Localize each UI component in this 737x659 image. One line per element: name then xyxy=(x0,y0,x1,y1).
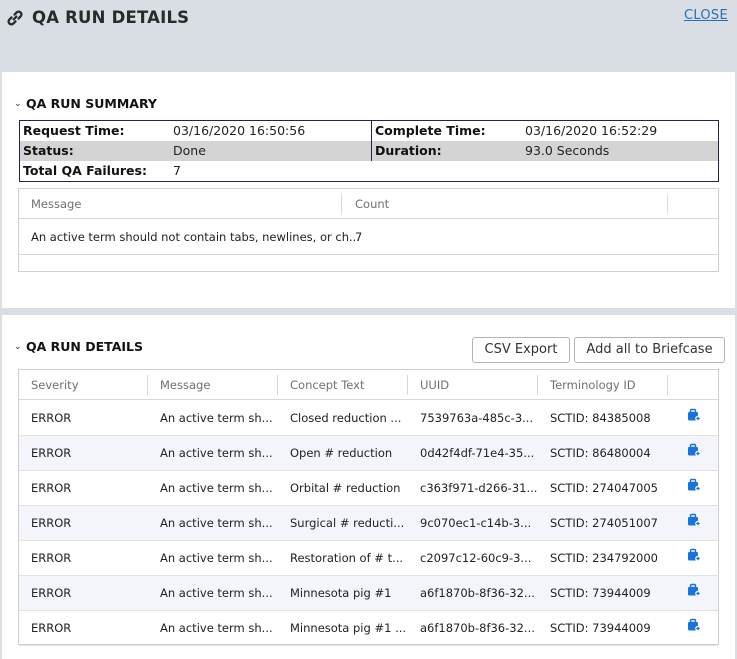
summary-row-times: Request Time: 03/16/2020 16:50:56 Comple… xyxy=(20,121,718,141)
uuid-cell: 7539763a-485c-3... xyxy=(420,411,534,425)
summary-divider xyxy=(371,121,372,161)
complete-time-label: Complete Time: xyxy=(375,123,486,138)
column-separator xyxy=(341,194,342,214)
table-row[interactable]: ERROR An active term sh... Restoration of … xyxy=(19,541,718,576)
uuid-cell: a6f1870b-8f36-32... xyxy=(420,621,535,635)
dialog-header: QA RUN DETAILS CLOSE xyxy=(0,0,737,60)
table-row[interactable]: ERROR An active term sh... Closed reductio… xyxy=(19,401,718,436)
failures-label: Total QA Failures: xyxy=(23,163,147,178)
concept-text-cell: Minnesota pig #1 xyxy=(290,586,392,600)
column-separator xyxy=(147,375,148,395)
failures-value: 7 xyxy=(173,163,181,178)
grid-header: Message Count xyxy=(19,189,718,219)
close-link[interactable]: CLOSE xyxy=(684,8,728,23)
table-row[interactable]: ERROR An active term sh... Minnesota pig #… xyxy=(19,576,718,611)
uuid-cell: a6f1870b-8f36-32... xyxy=(420,586,535,600)
count-cell: 7 xyxy=(355,230,363,244)
terminology-id-cell: SCTID: 73944009 xyxy=(550,621,651,635)
briefcase-add-icon[interactable] xyxy=(687,583,701,597)
table-row[interactable]: An active term should not contain tabs, … xyxy=(19,220,718,255)
terminology-id-cell: SCTID: 274051007 xyxy=(550,516,658,530)
severity-cell: ERROR xyxy=(31,411,72,425)
column-separator xyxy=(407,375,408,395)
severity-cell: ERROR xyxy=(31,586,72,600)
summary-row-failures: Total QA Failures: 7 xyxy=(20,161,718,181)
qa-run-summary-panel: ⌄ QA RUN SUMMARY Request Time: 03/16/202… xyxy=(2,72,735,308)
briefcase-add-icon[interactable] xyxy=(687,618,701,632)
uuid-cell: 0d42f4df-71e4-35... xyxy=(420,446,535,460)
request-time-value: 03/16/2020 16:50:56 xyxy=(173,123,306,138)
duration-label: Duration: xyxy=(375,143,442,158)
message-cell: An active term sh... xyxy=(160,481,273,495)
severity-cell: ERROR xyxy=(31,516,72,530)
message-cell: An active term should not contain tabs, … xyxy=(31,230,360,244)
qa-details-grid: Severity Message Concept Text UUID Termi… xyxy=(18,369,719,646)
concept-text-cell: Restoration of # t... xyxy=(290,551,404,565)
terminology-id-cell: SCTID: 86480004 xyxy=(550,446,651,460)
uuid-cell: c2097c12-60c9-3... xyxy=(420,551,532,565)
summary-row-status: Status: Done Duration: 93.0 Seconds xyxy=(20,141,718,161)
chevron-down-icon[interactable]: ⌄ xyxy=(14,342,22,352)
concept-text-cell: Surgical # reducti... xyxy=(290,516,405,530)
severity-cell: ERROR xyxy=(31,446,72,460)
column-separator xyxy=(667,194,668,214)
table-row[interactable]: ERROR An active term sh... Minnesota pig #… xyxy=(19,611,718,646)
chevron-down-icon[interactable]: ⌄ xyxy=(14,99,22,109)
column-header-message[interactable]: Message xyxy=(31,197,81,211)
column-header-concept-text[interactable]: Concept Text xyxy=(290,378,364,392)
message-count-grid: Message Count An active term should not … xyxy=(18,188,719,272)
terminology-id-cell: SCTID: 84385008 xyxy=(550,411,651,425)
briefcase-add-icon[interactable] xyxy=(687,478,701,492)
table-row[interactable]: ERROR An active term sh... Surgical # redu… xyxy=(19,506,718,541)
table-row[interactable]: ERROR An active term sh... Orbital # reduc… xyxy=(19,471,718,506)
column-header-uuid[interactable]: UUID xyxy=(420,378,449,392)
details-section-title: QA RUN DETAILS xyxy=(26,339,144,354)
qa-run-details-panel: ⌄ QA RUN DETAILS CSV Export Add all to B… xyxy=(2,315,735,659)
uuid-cell: 9c070ec1-c14b-3... xyxy=(420,516,532,530)
briefcase-add-icon[interactable] xyxy=(687,548,701,562)
message-cell: An active term sh... xyxy=(160,621,273,635)
terminology-id-cell: SCTID: 274047005 xyxy=(550,481,658,495)
message-cell: An active term sh... xyxy=(160,551,273,565)
concept-text-cell: Open # reduction xyxy=(290,446,393,460)
briefcase-add-icon[interactable] xyxy=(687,513,701,527)
summary-section-title: QA RUN SUMMARY xyxy=(26,96,157,111)
table-row[interactable]: ERROR An active term sh... Open # reductio… xyxy=(19,436,718,471)
briefcase-add-icon[interactable] xyxy=(687,408,701,422)
column-header-count[interactable]: Count xyxy=(355,197,389,211)
csv-export-button[interactable]: CSV Export xyxy=(472,337,570,363)
severity-cell: ERROR xyxy=(31,551,72,565)
request-time-label: Request Time: xyxy=(23,123,125,138)
concept-text-cell: Minnesota pig #1 ... xyxy=(290,621,407,635)
briefcase-add-icon[interactable] xyxy=(687,443,701,457)
severity-cell: ERROR xyxy=(31,481,72,495)
complete-time-value: 03/16/2020 16:52:29 xyxy=(525,123,658,138)
column-separator xyxy=(277,375,278,395)
column-separator xyxy=(537,375,538,395)
column-header-terminology-id[interactable]: Terminology ID xyxy=(550,378,636,392)
duration-value: 93.0 Seconds xyxy=(525,143,610,158)
link-icon xyxy=(7,10,23,26)
add-all-to-briefcase-button[interactable]: Add all to Briefcase xyxy=(574,337,725,363)
concept-text-cell: Closed reduction ... xyxy=(290,411,402,425)
uuid-cell: c363f971-d266-31... xyxy=(420,481,538,495)
message-cell: An active term sh... xyxy=(160,516,273,530)
column-header-message[interactable]: Message xyxy=(160,378,210,392)
column-separator xyxy=(667,375,668,395)
message-cell: An active term sh... xyxy=(160,586,273,600)
concept-text-cell: Orbital # reduction xyxy=(290,481,401,495)
severity-cell: ERROR xyxy=(31,621,72,635)
terminology-id-cell: SCTID: 73944009 xyxy=(550,586,651,600)
column-header-severity[interactable]: Severity xyxy=(31,378,79,392)
message-cell: An active term sh... xyxy=(160,411,273,425)
page-title: QA RUN DETAILS xyxy=(32,8,190,27)
status-label: Status: xyxy=(23,143,74,158)
terminology-id-cell: SCTID: 234792000 xyxy=(550,551,658,565)
status-value: Done xyxy=(173,143,206,158)
summary-table: Request Time: 03/16/2020 16:50:56 Comple… xyxy=(19,120,719,182)
grid-header: Severity Message Concept Text UUID Termi… xyxy=(19,370,718,400)
message-cell: An active term sh... xyxy=(160,446,273,460)
